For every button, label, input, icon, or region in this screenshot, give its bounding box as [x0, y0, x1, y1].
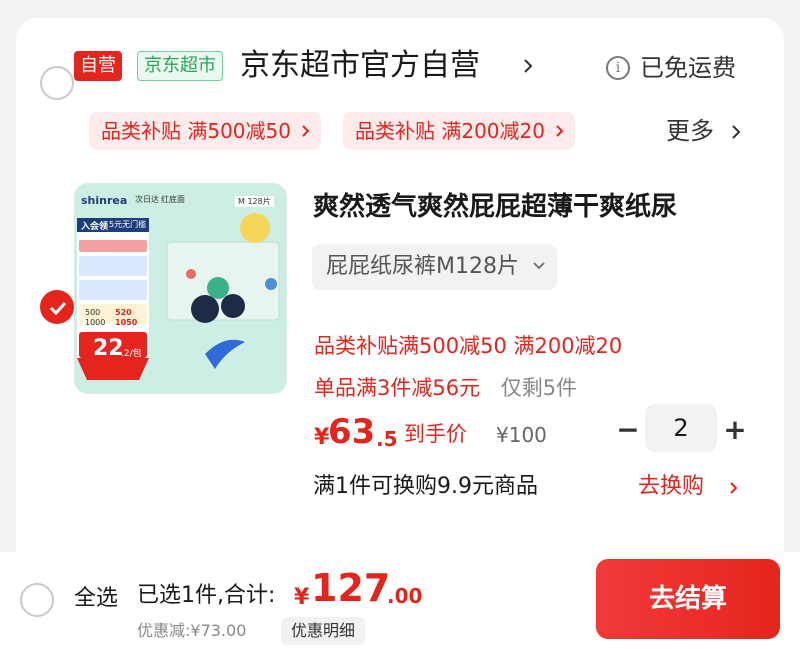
- quantity-input[interactable]: 2: [645, 404, 717, 452]
- selected-summary: 已选1件,合计:: [137, 583, 276, 608]
- price-integer: 63: [328, 412, 376, 452]
- chevron-right-icon[interactable]: [730, 124, 742, 140]
- chevron-right-icon: [302, 125, 310, 137]
- more-promos-link[interactable]: 更多: [666, 114, 714, 148]
- product-image-offer-500: 500: [85, 308, 101, 317]
- checkout-button[interactable]: 去结算: [596, 559, 780, 639]
- product-photo: [75, 184, 286, 393]
- quantity-decrease-button[interactable]: −: [615, 414, 641, 446]
- discount-detail-button[interactable]: 优惠明细: [281, 617, 366, 645]
- total-decimal: .00: [387, 584, 423, 608]
- total-integer: 127: [311, 566, 391, 610]
- quantity-increase-button[interactable]: +: [722, 414, 748, 446]
- stock-remaining: 仅剩5件: [500, 376, 578, 400]
- product-image[interactable]: shinrea 次日达 红底面 M 128片 入会领 5元无门槛 500 520…: [74, 183, 287, 394]
- chevron-right-icon[interactable]: [729, 481, 739, 495]
- checkmark-icon: [49, 301, 67, 315]
- product-image-tag1: 次日达: [135, 195, 159, 204]
- store-select-radio[interactable]: [40, 66, 74, 100]
- store-name[interactable]: 京东超市官方自营: [240, 46, 480, 86]
- product-image-member: 入会领: [81, 222, 109, 232]
- product-single-promo: 单品满3件减56元: [314, 376, 481, 400]
- product-image-unit: .2/包: [121, 349, 142, 359]
- product-promo-line: 品类补贴满500减50 满200减20: [314, 334, 623, 358]
- product-image-size-tag: M 128片: [235, 196, 274, 207]
- select-all-radio[interactable]: [20, 583, 54, 617]
- promo-chip-200[interactable]: 品类补贴 满200减20: [343, 112, 575, 150]
- product-title[interactable]: 爽然透气爽然屁屁超薄干爽纸尿: [313, 188, 753, 226]
- promo-chip-label: 品类补贴 满500减50: [101, 119, 291, 143]
- chevron-right-icon: [556, 125, 564, 137]
- product-image-offer-1000: 1000: [85, 318, 106, 327]
- final-price-label: 到手价: [404, 422, 467, 446]
- chevron-down-icon: [533, 262, 545, 270]
- total-currency: ¥: [294, 585, 310, 610]
- product-select-radio[interactable]: [40, 290, 74, 324]
- product-image-big-price: 22: [93, 336, 124, 361]
- product-image-offer-1050: 1050: [115, 318, 138, 327]
- exchange-offer-text: 满1件可换购9.9元商品: [313, 474, 538, 499]
- product-spec-label: 屁屁纸尿裤M128片: [326, 254, 519, 279]
- product-image-offer-520: 520: [115, 308, 132, 317]
- self-operated-tag: 自营: [74, 51, 122, 81]
- select-all-label[interactable]: 全选: [74, 583, 118, 615]
- free-shipping-label: 已免运费: [640, 54, 736, 82]
- product-image-tag2: 红底面: [161, 195, 185, 204]
- exchange-link[interactable]: 去换购: [638, 471, 704, 503]
- promo-chip-label: 品类补贴 满200减20: [355, 119, 545, 143]
- original-price: ¥100: [496, 423, 547, 447]
- promo-chip-500[interactable]: 品类补贴 满500减50: [89, 112, 321, 150]
- discount-amount: 优惠减:¥73.00: [137, 621, 247, 640]
- product-spec-select[interactable]: 屁屁纸尿裤M128片: [312, 244, 557, 290]
- jd-supermarket-tag: 京东超市: [137, 51, 223, 81]
- chevron-right-icon[interactable]: [522, 58, 534, 74]
- info-icon[interactable]: i: [606, 56, 630, 80]
- product-image-brand: shinrea: [81, 194, 128, 207]
- price-decimal: .5: [376, 427, 398, 451]
- product-image-coupon: 5元无门槛: [109, 220, 147, 229]
